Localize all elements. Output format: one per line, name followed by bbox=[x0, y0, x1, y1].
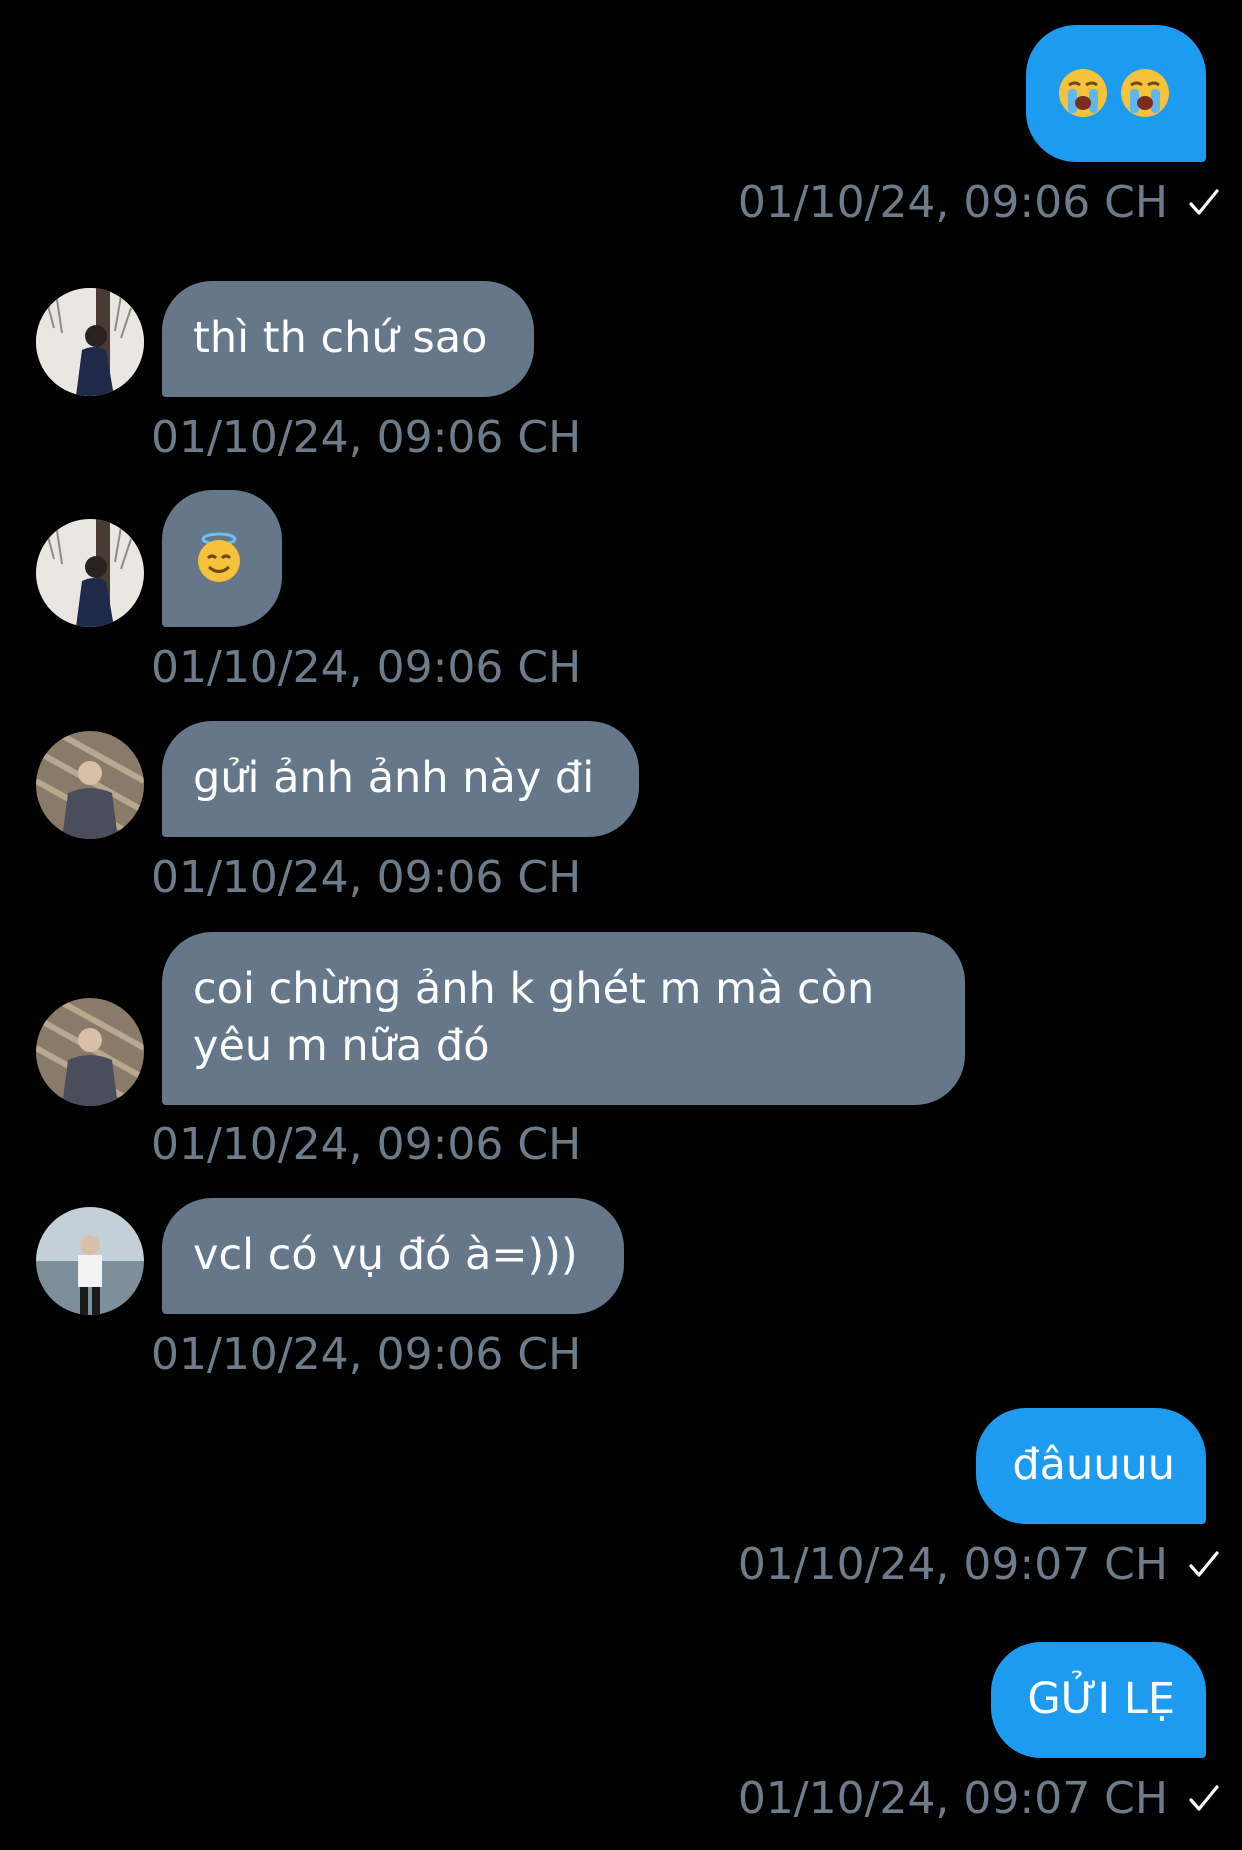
timestamp-text: 01/10/24, 09:07 CH bbox=[737, 1539, 1168, 1590]
checkmark-icon bbox=[1186, 185, 1222, 221]
checkmark-icon bbox=[1186, 1781, 1222, 1817]
outgoing-message-bubble[interactable] bbox=[1026, 25, 1206, 162]
outgoing-message-bubble[interactable]: GỬI LẸ bbox=[991, 1642, 1206, 1758]
message-timestamp: 01/10/24, 09:06 CH bbox=[151, 1327, 581, 1383]
incoming-message-bubble[interactable]: gửi ảnh ảnh này đi bbox=[162, 721, 639, 837]
message-text: đâuuuu bbox=[1012, 1440, 1175, 1490]
timestamp-text: 01/10/24, 09:06 CH bbox=[737, 177, 1168, 228]
message-timestamp: 01/10/24, 09:06 CH bbox=[738, 175, 1222, 231]
message-timestamp: 01/10/24, 09:06 CH bbox=[151, 1117, 581, 1173]
avatar[interactable] bbox=[36, 998, 144, 1106]
message-timestamp: 01/10/24, 09:06 CH bbox=[151, 410, 581, 466]
message-timestamp: 01/10/24, 09:06 CH bbox=[151, 640, 581, 696]
incoming-message-bubble[interactable]: vcl có vụ đó à=))) bbox=[162, 1198, 624, 1314]
avatar[interactable] bbox=[36, 1207, 144, 1315]
avatar[interactable] bbox=[36, 519, 144, 627]
avatar[interactable] bbox=[36, 288, 144, 396]
incoming-message-bubble[interactable]: thì th chứ sao bbox=[162, 281, 534, 397]
message-text-line: yêu m nữa đó bbox=[193, 1021, 490, 1071]
message-text: vcl có vụ đó à=))) bbox=[193, 1230, 578, 1280]
message-text: GỬI LẸ bbox=[1027, 1674, 1175, 1724]
timestamp-text: 01/10/24, 09:07 CH bbox=[737, 1773, 1168, 1824]
smiling-face-with-halo-emoji bbox=[193, 532, 245, 584]
timestamp-text: 01/10/24, 09:06 CH bbox=[151, 1329, 582, 1380]
timestamp-text: 01/10/24, 09:06 CH bbox=[151, 412, 582, 463]
loudly-crying-face-emoji bbox=[1057, 67, 1109, 119]
conversation: 01/10/24, 09:06 CH thì th chứ sao 01/10/… bbox=[0, 0, 1242, 1850]
message-text: gửi ảnh ảnh này đi bbox=[193, 753, 595, 803]
message-timestamp: 01/10/24, 09:07 CH bbox=[738, 1537, 1222, 1593]
incoming-message-bubble[interactable]: coi chừng ảnh k ghét m mà còn yêu m nữa … bbox=[162, 932, 965, 1105]
checkmark-icon bbox=[1186, 1547, 1222, 1583]
avatar[interactable] bbox=[36, 731, 144, 839]
message-text: thì th chứ sao bbox=[193, 313, 488, 363]
outgoing-message-bubble[interactable]: đâuuuu bbox=[976, 1408, 1206, 1524]
loudly-crying-face-emoji bbox=[1119, 67, 1171, 119]
timestamp-text: 01/10/24, 09:06 CH bbox=[151, 1119, 582, 1170]
incoming-message-bubble[interactable] bbox=[162, 490, 282, 627]
message-text-line: coi chừng ảnh k ghét m mà còn bbox=[193, 964, 875, 1014]
message-timestamp: 01/10/24, 09:06 CH bbox=[151, 850, 581, 906]
timestamp-text: 01/10/24, 09:06 CH bbox=[151, 642, 582, 693]
timestamp-text: 01/10/24, 09:06 CH bbox=[151, 852, 582, 903]
message-timestamp: 01/10/24, 09:07 CH bbox=[738, 1771, 1222, 1827]
